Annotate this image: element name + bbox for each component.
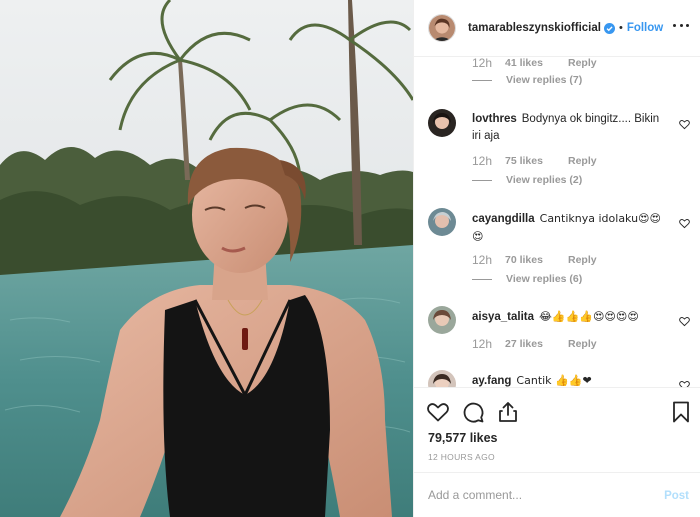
header-separator: •: [618, 22, 623, 34]
comment-meta: 12h 41 likes Reply: [472, 57, 597, 70]
commenter-avatar[interactable]: [428, 208, 456, 236]
comment-time: 12h: [472, 154, 493, 168]
post-sidebar: tamarableszynskiofficial • Follow 12h 41…: [413, 0, 700, 517]
commenter-avatar[interactable]: [428, 109, 456, 137]
share-icon[interactable]: [496, 400, 520, 424]
commenter-username[interactable]: ay.fang: [472, 375, 511, 387]
comment-body: 😂👍👍👍😍😍😍😍: [539, 310, 639, 323]
commenter-username[interactable]: aisya_talita: [472, 311, 534, 323]
comment-meta: 12h 27 likes Reply: [472, 337, 597, 351]
view-replies-label: View replies (7): [506, 74, 583, 86]
comment-text: aisya_talita 😂👍👍👍😍😍😍😍: [472, 308, 662, 326]
comment-time: 12h: [472, 253, 493, 267]
comment-likes[interactable]: 75 likes: [505, 155, 550, 167]
comment-bubble-icon[interactable]: [461, 400, 485, 424]
comment-time: 12h: [472, 337, 493, 351]
comment-likes[interactable]: 70 likes: [505, 254, 550, 266]
reply-button[interactable]: Reply: [568, 254, 597, 266]
comment-text: lovthres Bodynya ok bingitz.... Bikin iri…: [472, 111, 662, 145]
view-replies-button[interactable]: View replies (7): [472, 74, 582, 86]
like-comment-heart-icon[interactable]: [679, 380, 690, 387]
author-username[interactable]: tamarableszynskiofficial: [468, 22, 601, 34]
likes-count[interactable]: 79,577 likes: [428, 431, 498, 445]
like-comment-heart-icon[interactable]: [679, 316, 690, 327]
comment-meta: 12h 70 likes Reply: [472, 253, 597, 267]
follow-button[interactable]: Follow: [627, 22, 663, 34]
post-photo[interactable]: [0, 0, 413, 517]
reply-button[interactable]: Reply: [568, 155, 597, 167]
comment-likes[interactable]: 27 likes: [505, 338, 550, 350]
comments-list[interactable]: 12h 41 likes Reply View replies (7) lovt…: [414, 57, 700, 387]
comment-time: 12h: [472, 57, 493, 70]
comment-input[interactable]: [428, 488, 648, 502]
view-replies-label: View replies (2): [506, 174, 583, 186]
instagram-post-view: tamarableszynskiofficial • Follow 12h 41…: [0, 0, 700, 517]
post-comment-button[interactable]: Post: [664, 490, 689, 502]
reply-button[interactable]: Reply: [568, 57, 597, 69]
reply-button[interactable]: Reply: [568, 338, 597, 350]
view-replies-line: [472, 79, 492, 81]
commenter-username[interactable]: lovthres: [472, 113, 517, 125]
comment-meta: 12h 75 likes Reply: [472, 154, 597, 168]
view-replies-line: [472, 278, 492, 280]
post-header: tamarableszynskiofficial • Follow: [414, 0, 700, 57]
view-replies-label: View replies (6): [506, 273, 583, 285]
post-actions: 79,577 likes 12 HOURS AGO: [414, 387, 700, 472]
comment-text: ay.fang Cantik 👍👍❤: [472, 372, 662, 387]
like-heart-icon[interactable]: [426, 400, 450, 424]
comment-likes[interactable]: 41 likes: [505, 57, 550, 69]
comment-text: cayangdilla Cantiknya idolaku😍😍😍: [472, 210, 662, 246]
like-comment-heart-icon[interactable]: [679, 119, 690, 130]
view-replies-button[interactable]: View replies (6): [472, 273, 582, 285]
view-replies-line: [472, 179, 492, 181]
add-comment-bar: Post: [414, 472, 700, 517]
photo-illustration: [0, 0, 413, 517]
like-comment-heart-icon[interactable]: [679, 218, 690, 229]
comment-body: Cantik 👍👍❤: [516, 374, 592, 387]
view-replies-button[interactable]: View replies (2): [472, 174, 582, 186]
commenter-avatar[interactable]: [428, 306, 456, 334]
bookmark-icon[interactable]: [669, 400, 693, 424]
commenter-avatar[interactable]: [428, 370, 456, 387]
verified-badge-icon: [603, 22, 615, 34]
author-avatar[interactable]: [428, 14, 456, 42]
commenter-username[interactable]: cayangdilla: [472, 213, 535, 225]
post-timestamp[interactable]: 12 HOURS AGO: [428, 452, 495, 462]
more-options-icon[interactable]: [673, 24, 689, 30]
